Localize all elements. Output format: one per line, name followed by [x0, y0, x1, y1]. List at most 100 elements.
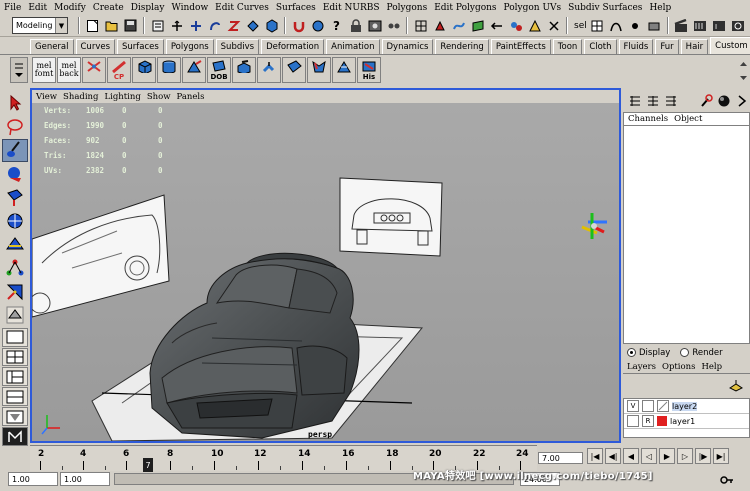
dob-tool-button[interactable]: DOB [207, 57, 231, 83]
his-tool-button[interactable]: His [357, 57, 381, 83]
tab-dynamics[interactable]: Dynamics [381, 39, 434, 54]
select-by-misc-icon[interactable] [545, 17, 562, 34]
menu-polygons[interactable]: Polygons [387, 3, 428, 13]
menu-create[interactable]: Create [93, 3, 124, 13]
channel-box-icon[interactable] [626, 93, 643, 110]
history-icon[interactable]: ? [328, 17, 345, 34]
universal-manip-tool[interactable] [2, 233, 28, 256]
save-scene-icon[interactable] [122, 17, 139, 34]
wedge-tool-button[interactable] [282, 57, 306, 83]
pyramid-tool-button[interactable] [332, 57, 356, 83]
viewport-menu-lighting[interactable]: Lighting [104, 92, 140, 102]
viewport-menu-shading[interactable]: Shading [63, 92, 98, 102]
start-time-field[interactable]: 1.00 [8, 472, 58, 486]
tab-painteffects[interactable]: PaintEffects [490, 39, 551, 54]
layout-single-pane-button[interactable] [2, 327, 28, 347]
create-layer-icon[interactable] [727, 377, 744, 394]
render-icon[interactable] [366, 17, 383, 34]
merge-tool-button[interactable] [307, 57, 331, 83]
render-toggle[interactable] [642, 400, 654, 412]
select-by-dynamic-icon[interactable] [507, 17, 524, 34]
select-by-joint-icon[interactable] [431, 17, 448, 34]
channel-menu-object[interactable]: Object [674, 114, 702, 124]
lasso-tool[interactable] [2, 116, 28, 139]
snap-to-point-icon[interactable] [627, 17, 644, 34]
paint-select-tool[interactable] [2, 139, 28, 162]
layer-row-layer1[interactable]: R layer1 [624, 414, 749, 429]
snap-curve-icon[interactable] [225, 17, 242, 34]
menu-edit-polygons[interactable]: Edit Polygons [434, 3, 496, 13]
select-object-icon[interactable] [168, 17, 185, 34]
tab-subdivs[interactable]: Subdivs [215, 39, 260, 54]
layer-menu-layers[interactable]: Layers [627, 362, 656, 372]
menu-edit-curves[interactable]: Edit Curves [215, 3, 269, 13]
move-tool[interactable] [2, 163, 28, 186]
tab-rendering[interactable]: Rendering [435, 39, 489, 54]
color-swatch-empty[interactable] [657, 400, 669, 412]
render-toggle[interactable]: R [642, 415, 654, 427]
viewport-menu-view[interactable]: View [36, 92, 57, 102]
select-by-rendering-icon[interactable] [526, 17, 543, 34]
channel-menu-channels[interactable]: Channels [628, 114, 668, 124]
select-by-handle-icon[interactable] [412, 17, 429, 34]
soft-mod-tool[interactable] [2, 257, 28, 280]
step-back-button[interactable]: ◀ [623, 448, 639, 464]
visibility-toggle[interactable] [627, 415, 639, 427]
magnet-icon[interactable] [290, 17, 307, 34]
layer-name[interactable]: layer2 [672, 401, 698, 411]
snap-point-icon[interactable] [244, 17, 261, 34]
select-by-surface-icon[interactable] [469, 17, 486, 34]
menu-subdiv-surfaces[interactable]: Subdiv Surfaces [568, 3, 642, 13]
layout-custom-button[interactable] [2, 427, 28, 447]
select-tool[interactable] [2, 92, 28, 115]
open-scene-icon[interactable] [103, 17, 120, 34]
new-scene-icon[interactable] [84, 17, 101, 34]
layout-persp-graph-button[interactable] [2, 387, 28, 407]
select-by-deform-icon[interactable] [488, 17, 505, 34]
tab-animation[interactable]: Animation [326, 39, 380, 54]
go-to-end-button[interactable]: ▶| [713, 448, 729, 464]
shelf-menu-button[interactable] [10, 57, 28, 83]
snap-plane-icon[interactable] [263, 17, 280, 34]
last-tool-used[interactable] [2, 304, 28, 327]
hide-panel-icon[interactable] [733, 93, 750, 110]
mode-dropdown[interactable]: Modeling ▼ [12, 17, 68, 34]
extrude-tool-button[interactable] [232, 57, 256, 83]
menu-modify[interactable]: Modify [54, 3, 86, 13]
snap-to-view-plane-icon[interactable] [646, 17, 663, 34]
layer-name[interactable]: layer1 [670, 417, 695, 426]
display-sphere-icon[interactable] [715, 93, 732, 110]
cube-tool-button[interactable] [132, 57, 156, 83]
menu-window[interactable]: Window [172, 3, 209, 13]
render-globals-icon[interactable] [730, 17, 747, 34]
menu-file[interactable]: File [4, 3, 21, 13]
go-to-start-button[interactable]: |◀ [587, 448, 603, 464]
layer-row-layer2[interactable]: V layer2 [624, 399, 749, 414]
render-view-icon[interactable] [692, 17, 709, 34]
attribute-box-icon[interactable] [644, 93, 661, 110]
layer-box-icon[interactable] [662, 93, 679, 110]
mel-back-button[interactable]: mel back [57, 57, 81, 83]
tab-custom[interactable]: Custom [710, 37, 750, 54]
select-by-curve-icon[interactable] [450, 17, 467, 34]
select-component-icon[interactable] [187, 17, 204, 34]
layer-menu-help[interactable]: Help [701, 362, 722, 372]
component-mode-icon[interactable] [385, 17, 402, 34]
channel-box-list[interactable] [623, 126, 750, 344]
step-forward-button[interactable]: ▷ [677, 448, 693, 464]
menu-edit[interactable]: Edit [28, 3, 47, 13]
layout-persp-outliner-button[interactable] [2, 367, 28, 387]
snap-to-curve-icon[interactable] [608, 17, 625, 34]
mel-fomt-button[interactable]: mel fomt [32, 57, 56, 83]
shelf-scroll-arrows[interactable] [737, 58, 750, 84]
current-frame-marker[interactable]: 7 [143, 458, 153, 472]
menu-edit-nurbs[interactable]: Edit NURBS [323, 3, 380, 13]
playback-start-field[interactable]: 1.00 [60, 472, 110, 486]
display-layer-radio[interactable]: Display [627, 348, 670, 358]
film-clapper-icon[interactable] [673, 17, 690, 34]
cylinder-tool-button[interactable] [157, 57, 181, 83]
viewport-menu-panels[interactable]: Panels [177, 92, 205, 102]
scale-tool[interactable] [2, 210, 28, 233]
menu-display[interactable]: Display [131, 3, 165, 13]
current-time-field[interactable]: 7.00 [538, 452, 583, 464]
